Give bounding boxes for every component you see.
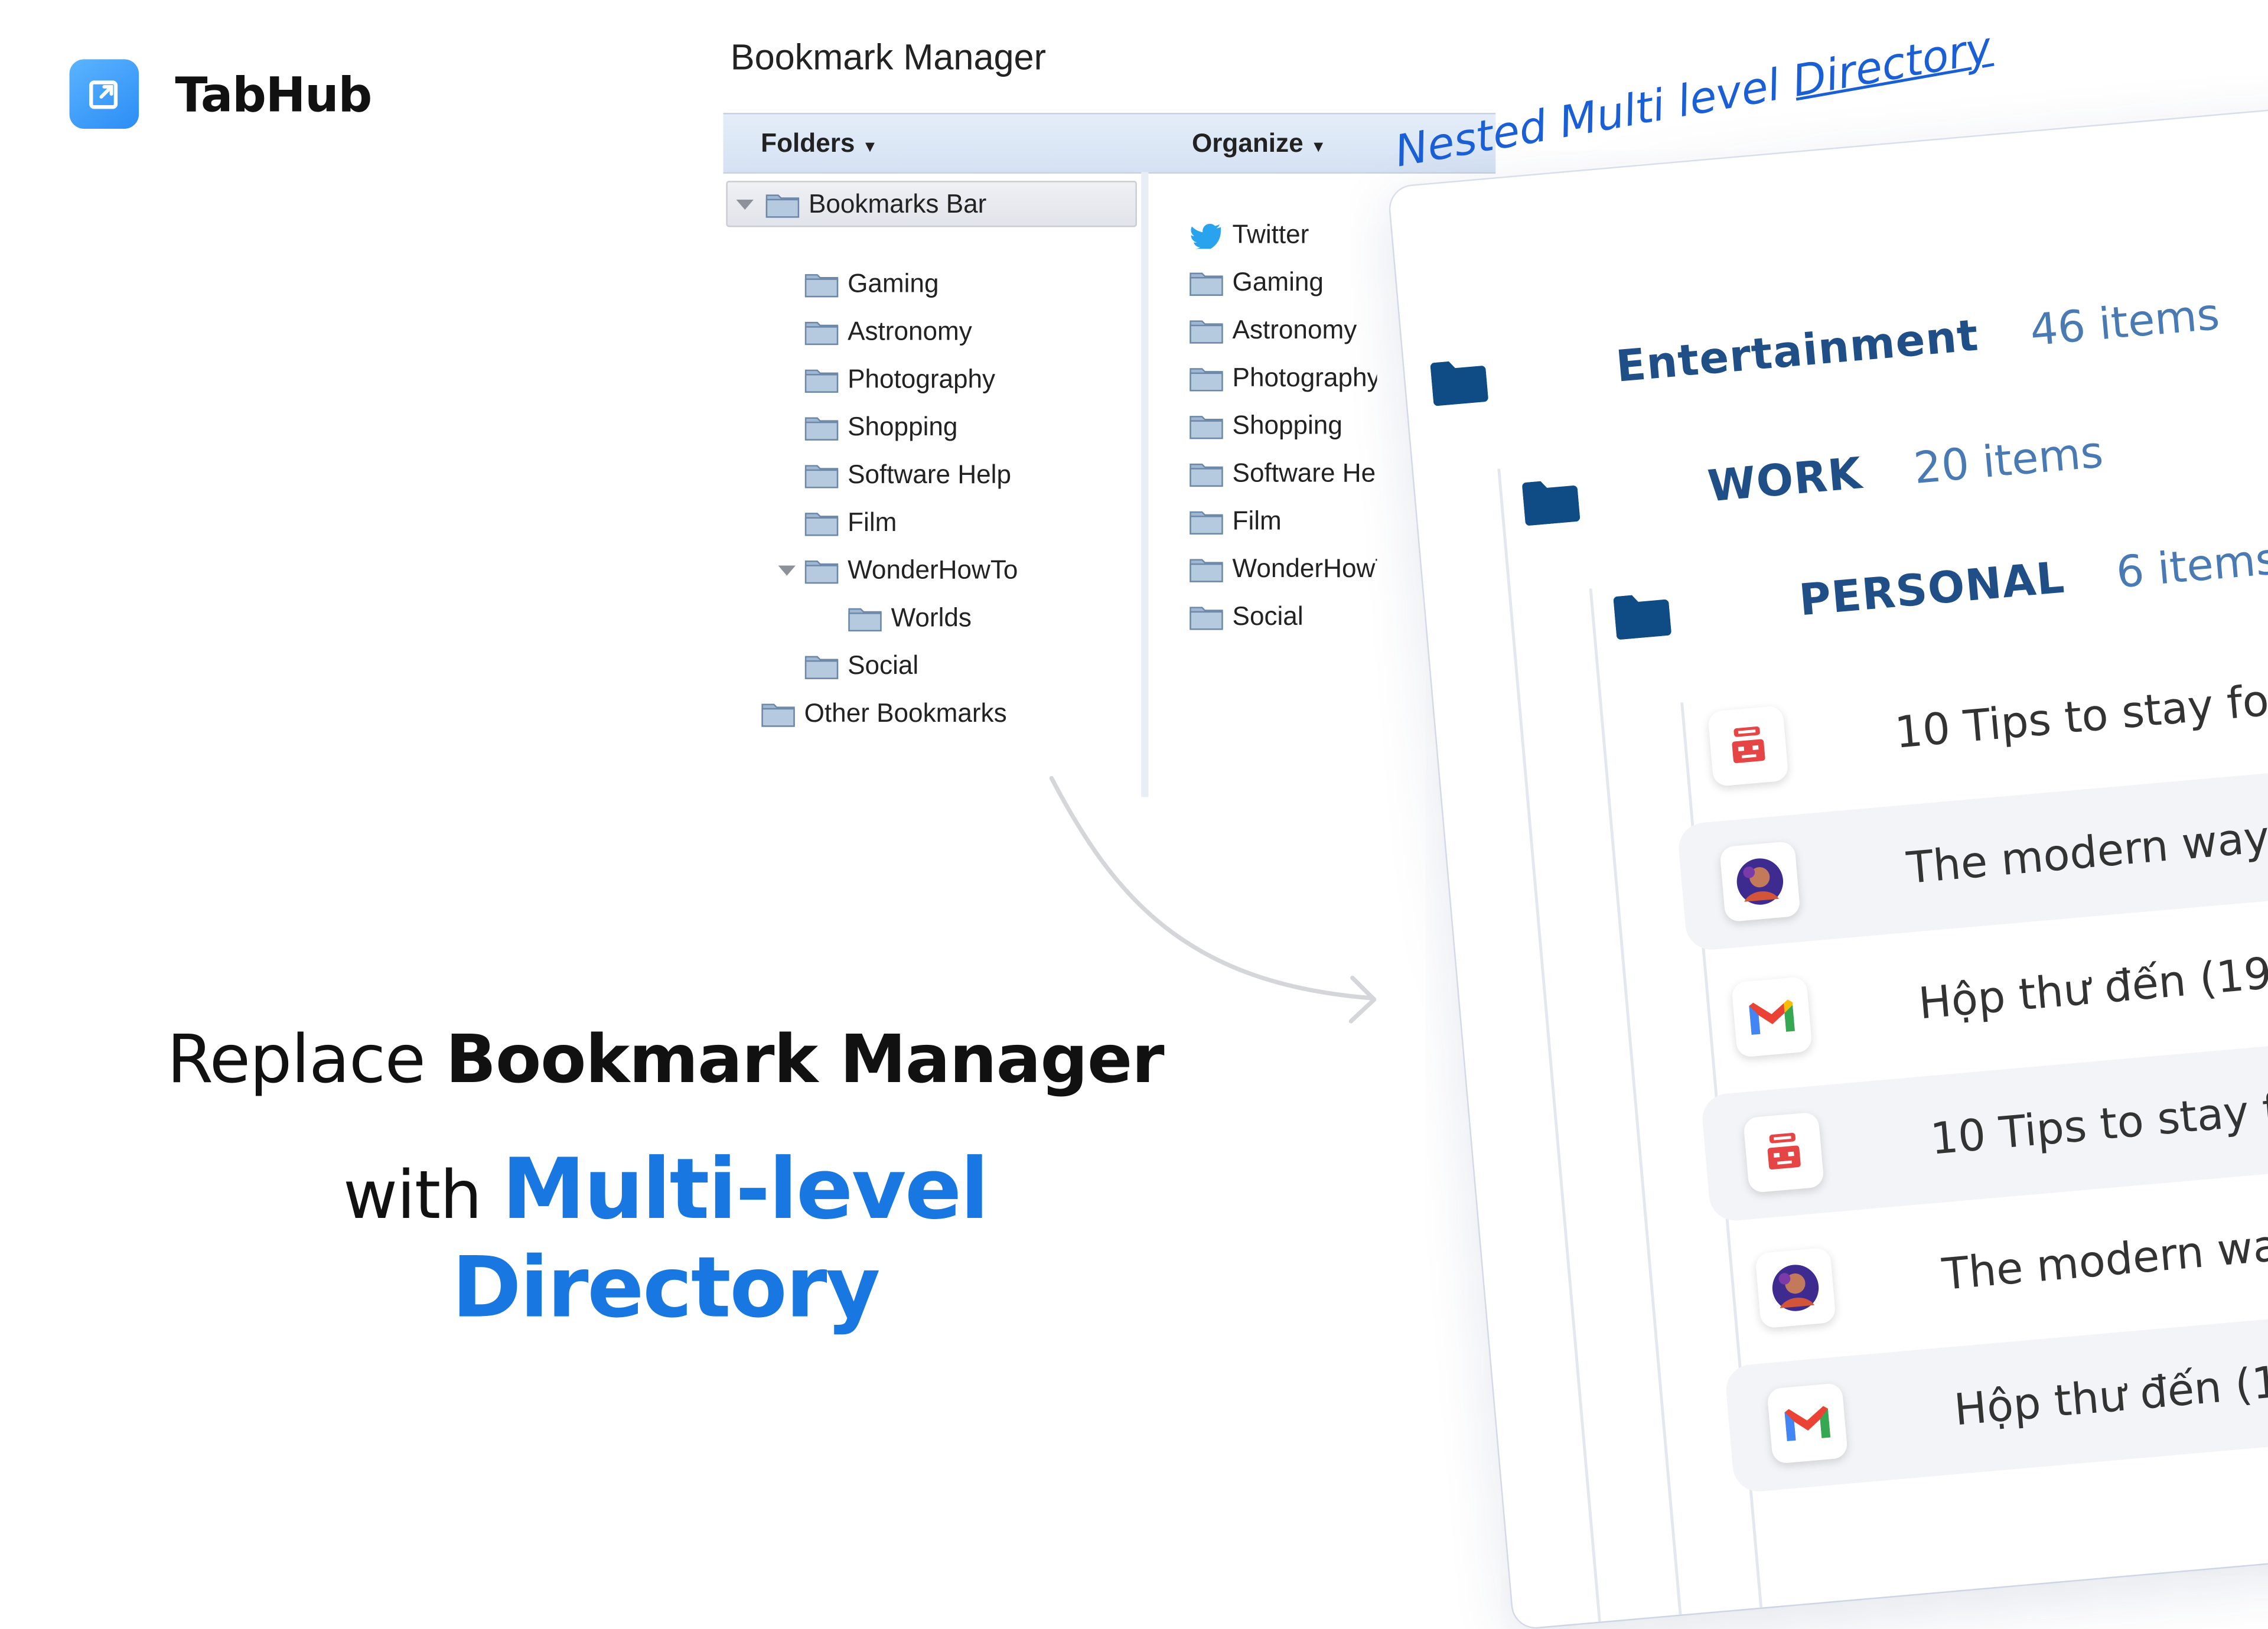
item-count: 46 items [2028, 289, 2222, 357]
folder-name: WORK [1706, 448, 1865, 513]
folder-work[interactable]: WORK 20 items [1521, 428, 2105, 529]
bookmark-title: 10 Tips to stay focused [1928, 1070, 2268, 1165]
gmail-icon [1767, 1382, 1849, 1464]
page: TabHub Replace Bookmark Manager with Mul… [0, 0, 2268, 1629]
item-count: 20 items [1912, 428, 2106, 495]
directory-panel: Entertainment 46 items WORK 20 items PER… [1389, 92, 2268, 1629]
bookmark-title: 10 Tips to stay focused [1892, 664, 2268, 759]
bookmark-title: The modern way of [1940, 1213, 2268, 1301]
tree-line [1497, 468, 1601, 1622]
robot-icon [1707, 705, 1789, 787]
folder-icon [1613, 594, 1671, 639]
tree-line [1589, 588, 1682, 1615]
folder-icon [1430, 360, 1488, 405]
gmail-icon [1731, 976, 1813, 1058]
item-count: 6 items [2114, 534, 2268, 600]
avatar-icon [1755, 1247, 1837, 1329]
folder-name: Entertainment [1614, 311, 1981, 393]
folder-name: PERSONAL [1797, 553, 2067, 627]
robot-icon [1743, 1112, 1824, 1194]
folder-entertainment[interactable]: Entertainment 46 items [1430, 289, 2222, 409]
bookmark-title: Hộp thư đến (19.57 [1952, 1348, 2268, 1436]
bookmark-title: Hộp thư đến (19.57 [1917, 941, 2268, 1029]
folder-personal[interactable]: PERSONAL 6 items [1613, 535, 2268, 643]
avatar-icon [1719, 840, 1801, 923]
folder-icon [1522, 480, 1580, 525]
bookmark-title: The modern way of [1904, 807, 2268, 894]
